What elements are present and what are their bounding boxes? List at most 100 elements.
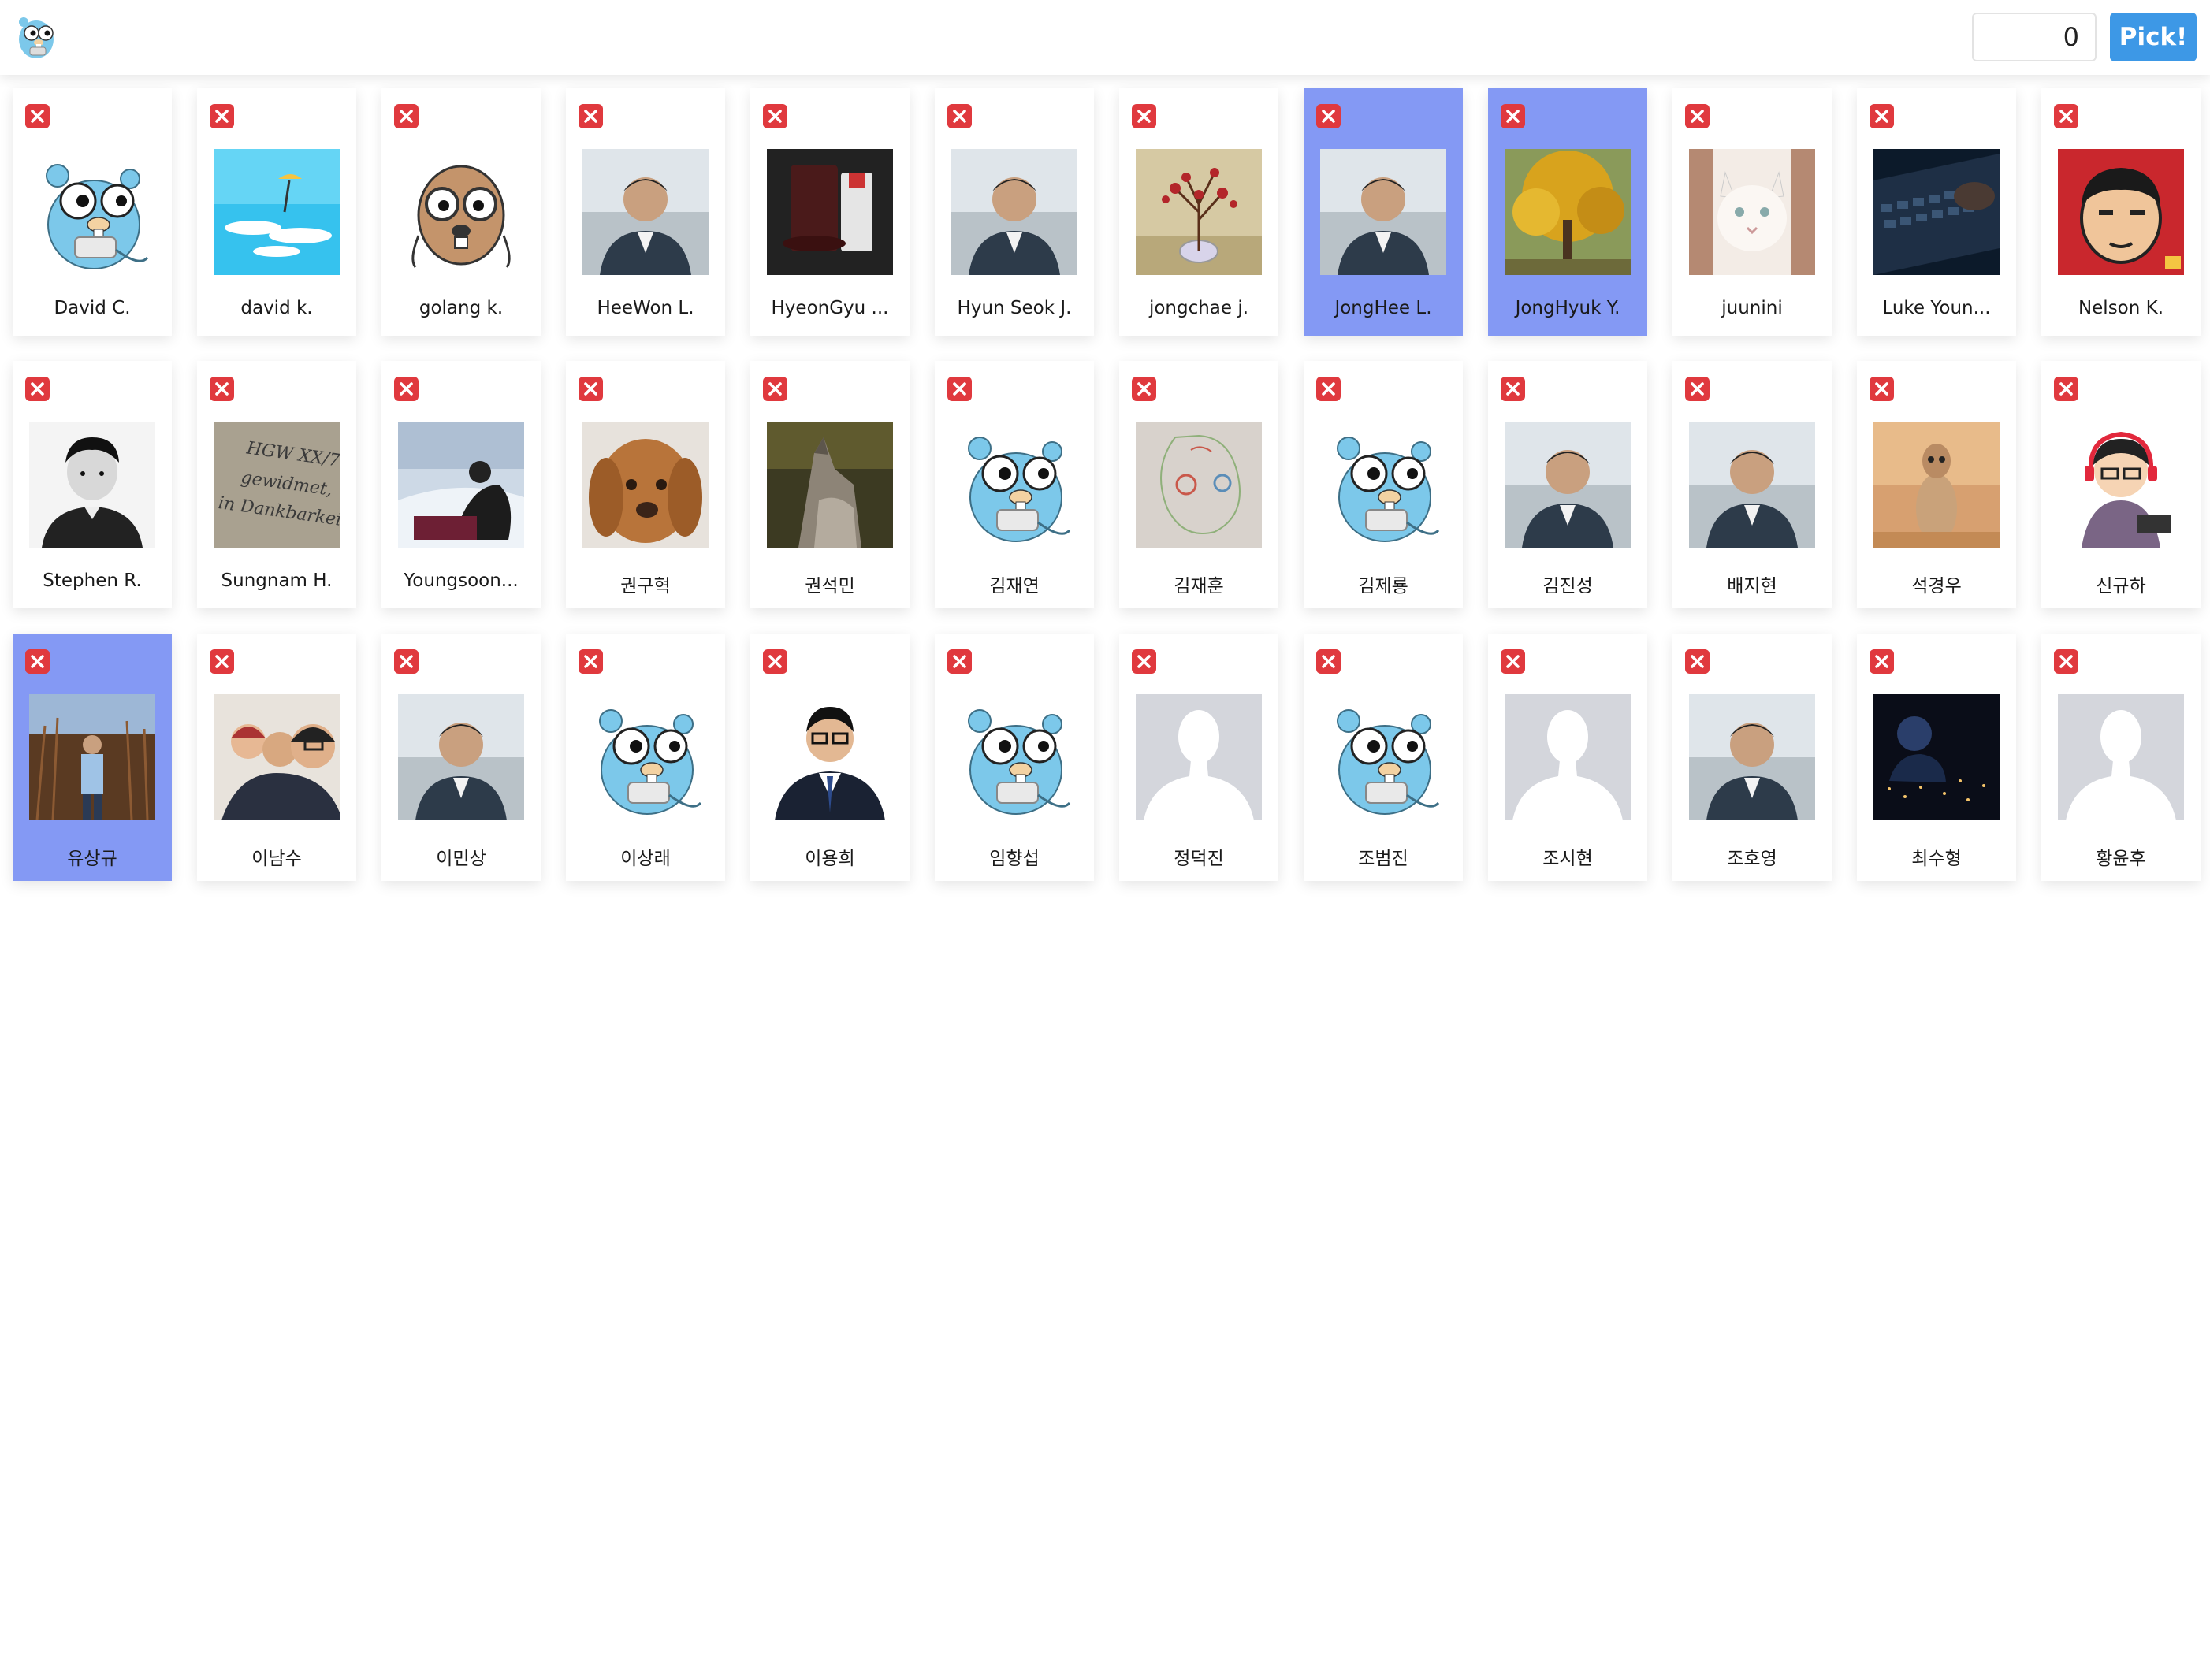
pick-button[interactable]: Pick! bbox=[2110, 13, 2197, 61]
member-avatar bbox=[951, 422, 1077, 548]
member-card[interactable]: 이남수 bbox=[197, 634, 356, 881]
member-card[interactable]: 김진성 bbox=[1488, 361, 1647, 608]
close-icon bbox=[768, 655, 782, 668]
remove-member-button[interactable] bbox=[763, 377, 787, 401]
member-name: 김진성 bbox=[1542, 576, 1593, 597]
remove-member-button[interactable] bbox=[394, 104, 419, 128]
member-avatar bbox=[582, 149, 709, 275]
remove-member-button[interactable] bbox=[1501, 377, 1525, 401]
remove-member-button[interactable] bbox=[25, 104, 50, 128]
member-name: 최수형 bbox=[1911, 849, 1962, 869]
member-card[interactable]: David C. bbox=[13, 88, 172, 336]
remove-member-button[interactable] bbox=[394, 377, 419, 401]
member-avatar bbox=[1689, 149, 1815, 275]
remove-member-button[interactable] bbox=[1685, 649, 1710, 674]
remove-member-button[interactable] bbox=[1685, 377, 1710, 401]
member-card[interactable]: 조시현 bbox=[1488, 634, 1647, 881]
remove-member-button[interactable] bbox=[2054, 377, 2078, 401]
member-card[interactable]: Nelson K. bbox=[2041, 88, 2201, 336]
close-icon bbox=[1506, 382, 1520, 396]
member-name: 배지현 bbox=[1727, 576, 1777, 597]
remove-member-button[interactable] bbox=[210, 377, 234, 401]
member-card[interactable]: HGW XX/7 gewidmet, in Dankbarkeit. Sungn… bbox=[197, 361, 356, 608]
member-card[interactable]: david k. bbox=[197, 88, 356, 336]
member-card[interactable]: JongHee L. bbox=[1304, 88, 1463, 336]
member-card[interactable]: Youngsoon... bbox=[381, 361, 541, 608]
remove-member-button[interactable] bbox=[2054, 649, 2078, 674]
member-name: golang k. bbox=[419, 298, 504, 318]
remove-member-button[interactable] bbox=[579, 649, 603, 674]
member-avatar bbox=[214, 149, 340, 275]
member-name: 김재훈 bbox=[1174, 576, 1224, 597]
close-icon bbox=[2059, 110, 2073, 123]
member-card[interactable]: 조호영 bbox=[1672, 634, 1832, 881]
member-card[interactable]: 김재훈 bbox=[1119, 361, 1278, 608]
member-card[interactable]: JongHyuk Y. bbox=[1488, 88, 1647, 336]
remove-member-button[interactable] bbox=[25, 649, 50, 674]
remove-member-button[interactable] bbox=[1870, 649, 1894, 674]
remove-member-button[interactable] bbox=[1132, 104, 1156, 128]
remove-member-button[interactable] bbox=[947, 377, 972, 401]
member-card[interactable]: 김재연 bbox=[935, 361, 1094, 608]
remove-member-button[interactable] bbox=[210, 649, 234, 674]
close-icon bbox=[1691, 110, 1704, 123]
member-avatar bbox=[582, 694, 709, 820]
member-card[interactable]: HeeWon L. bbox=[566, 88, 725, 336]
member-card[interactable]: jongchae j. bbox=[1119, 88, 1278, 336]
remove-member-button[interactable] bbox=[2054, 104, 2078, 128]
remove-member-button[interactable] bbox=[1870, 377, 1894, 401]
remove-member-button[interactable] bbox=[210, 104, 234, 128]
member-name: David C. bbox=[54, 298, 131, 318]
member-card[interactable]: 권구혁 bbox=[566, 361, 725, 608]
member-card[interactable]: 이용희 bbox=[750, 634, 910, 881]
remove-member-button[interactable] bbox=[579, 377, 603, 401]
member-card[interactable]: Luke Youn... bbox=[1857, 88, 2016, 336]
remove-member-button[interactable] bbox=[947, 649, 972, 674]
close-icon bbox=[1691, 655, 1704, 668]
member-card[interactable]: HyeonGyu ... bbox=[750, 88, 910, 336]
member-card[interactable]: 이상래 bbox=[566, 634, 725, 881]
member-grid: David C. david k. golang k. HeeWon L. Hy… bbox=[13, 88, 2201, 881]
remove-member-button[interactable] bbox=[25, 377, 50, 401]
member-card[interactable]: 유상규 bbox=[13, 634, 172, 881]
member-card[interactable]: 권석민 bbox=[750, 361, 910, 608]
member-card[interactable]: juunini bbox=[1672, 88, 1832, 336]
member-card[interactable]: 신규하 bbox=[2041, 361, 2201, 608]
remove-member-button[interactable] bbox=[1501, 649, 1525, 674]
member-name: 신규하 bbox=[2096, 576, 2146, 597]
member-card[interactable]: 배지현 bbox=[1672, 361, 1832, 608]
member-card[interactable]: Hyun Seok J. bbox=[935, 88, 1094, 336]
member-avatar bbox=[1873, 149, 2000, 275]
remove-member-button[interactable] bbox=[947, 104, 972, 128]
close-icon bbox=[1506, 110, 1520, 123]
remove-member-button[interactable] bbox=[1316, 649, 1341, 674]
member-card[interactable]: 정덕진 bbox=[1119, 634, 1278, 881]
member-name: 황윤후 bbox=[2096, 849, 2146, 869]
member-card[interactable]: 김제룡 bbox=[1304, 361, 1463, 608]
member-card[interactable]: 이민상 bbox=[381, 634, 541, 881]
remove-member-button[interactable] bbox=[1501, 104, 1525, 128]
member-avatar bbox=[1873, 422, 2000, 548]
member-avatar bbox=[1136, 694, 1262, 820]
remove-member-button[interactable] bbox=[1132, 649, 1156, 674]
pick-count-input[interactable] bbox=[1972, 13, 2097, 61]
member-name: david k. bbox=[240, 298, 313, 318]
close-icon bbox=[215, 110, 229, 123]
remove-member-button[interactable] bbox=[1132, 377, 1156, 401]
remove-member-button[interactable] bbox=[1316, 104, 1341, 128]
member-card[interactable]: 최수형 bbox=[1857, 634, 2016, 881]
remove-member-button[interactable] bbox=[763, 104, 787, 128]
member-card[interactable]: 조범진 bbox=[1304, 634, 1463, 881]
member-card[interactable]: 석경우 bbox=[1857, 361, 2016, 608]
close-icon bbox=[1137, 655, 1151, 668]
remove-member-button[interactable] bbox=[1316, 377, 1341, 401]
remove-member-button[interactable] bbox=[579, 104, 603, 128]
member-card[interactable]: 임향섭 bbox=[935, 634, 1094, 881]
member-card[interactable]: golang k. bbox=[381, 88, 541, 336]
member-card[interactable]: Stephen R. bbox=[13, 361, 172, 608]
remove-member-button[interactable] bbox=[1685, 104, 1710, 128]
remove-member-button[interactable] bbox=[1870, 104, 1894, 128]
remove-member-button[interactable] bbox=[763, 649, 787, 674]
member-card[interactable]: 황윤후 bbox=[2041, 634, 2201, 881]
remove-member-button[interactable] bbox=[394, 649, 419, 674]
